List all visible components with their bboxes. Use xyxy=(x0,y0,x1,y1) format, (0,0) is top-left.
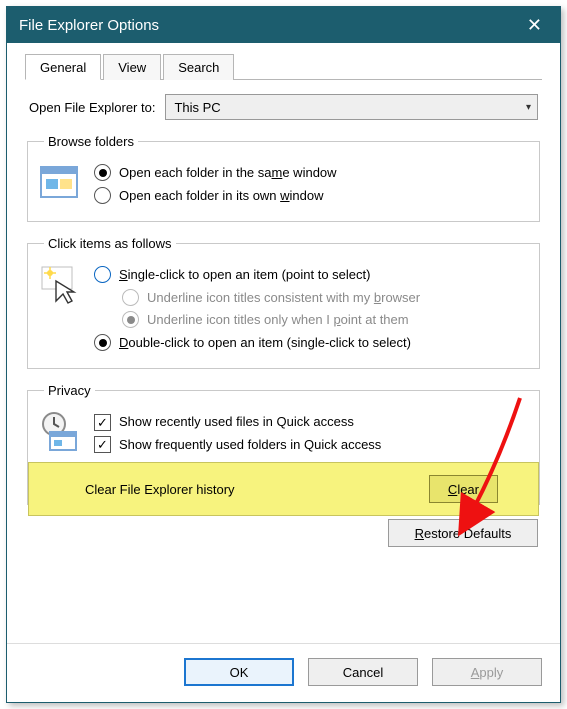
apply-button[interactable]: Apply xyxy=(432,658,542,686)
check-frequent-folders[interactable]: Show frequently used folders in Quick ac… xyxy=(94,436,529,454)
open-explorer-dropdown[interactable]: This PC ▾ xyxy=(165,94,538,120)
tab-general[interactable]: General xyxy=(25,54,101,80)
radio-icon xyxy=(122,311,139,328)
radio-single-click[interactable]: Single-click to open an item (point to s… xyxy=(94,266,529,284)
clear-history-label: Clear File Explorer history xyxy=(85,482,235,497)
radio-label: Underline icon titles only when I point … xyxy=(147,311,409,329)
check-recent-files[interactable]: Show recently used files in Quick access xyxy=(94,413,529,431)
radio-icon xyxy=(94,164,111,181)
radio-icon xyxy=(94,187,111,204)
group-privacy-legend: Privacy xyxy=(44,383,95,398)
open-explorer-label: Open File Explorer to: xyxy=(29,100,155,115)
radio-label: Open each folder in its own window xyxy=(119,187,324,205)
open-explorer-row: Open File Explorer to: This PC ▾ xyxy=(29,94,538,120)
window-title: File Explorer Options xyxy=(19,17,521,34)
radio-icon xyxy=(94,334,111,351)
radio-icon xyxy=(94,266,111,283)
restore-defaults-button[interactable]: Restore Defaults xyxy=(388,519,538,547)
tab-view[interactable]: View xyxy=(103,54,161,80)
group-privacy: Privacy Show recently used files in Quic… xyxy=(27,383,540,505)
dialog-window: File Explorer Options ✕ General View Sea… xyxy=(6,6,561,703)
check-label: Show frequently used folders in Quick ac… xyxy=(119,436,381,454)
radio-underline-point[interactable]: Underline icon titles only when I point … xyxy=(122,311,529,329)
checkbox-icon xyxy=(94,414,111,431)
checkbox-icon xyxy=(94,436,111,453)
radio-icon xyxy=(122,289,139,306)
open-explorer-selected: This PC xyxy=(174,100,220,115)
clear-button[interactable]: Clear xyxy=(429,475,498,503)
dialog-footer: OK Cancel Apply xyxy=(7,643,560,702)
radio-own-window[interactable]: Open each folder in its own window xyxy=(94,187,529,205)
radio-label: Double-click to open an item (single-cli… xyxy=(119,334,411,352)
titlebar: File Explorer Options ✕ xyxy=(7,7,560,43)
group-browse-folders-legend: Browse folders xyxy=(44,134,138,149)
radio-label: Single-click to open an item (point to s… xyxy=(119,266,370,284)
ok-button[interactable]: OK xyxy=(184,658,294,686)
close-icon[interactable]: ✕ xyxy=(521,15,548,36)
radio-label: Underline icon titles consistent with my… xyxy=(147,289,420,307)
tab-search[interactable]: Search xyxy=(163,54,234,80)
radio-same-window[interactable]: Open each folder in the same window xyxy=(94,164,529,182)
folder-window-icon xyxy=(38,161,82,205)
history-icon xyxy=(38,410,82,454)
chevron-down-icon: ▾ xyxy=(526,102,531,113)
tab-strip: General View Search xyxy=(25,53,542,80)
group-browse-folders: Browse folders Open each folder in the s… xyxy=(27,134,540,222)
check-label: Show recently used files in Quick access xyxy=(119,413,354,431)
clear-history-row: Clear File Explorer history Clear xyxy=(28,462,539,516)
radio-double-click[interactable]: Double-click to open an item (single-cli… xyxy=(94,334,529,352)
dialog-content: General View Search Open File Explorer t… xyxy=(7,43,560,643)
cursor-click-icon xyxy=(38,263,82,307)
radio-underline-browser[interactable]: Underline icon titles consistent with my… xyxy=(122,289,529,307)
group-click-items: Click items as follows Single-click to o… xyxy=(27,236,540,369)
group-click-items-legend: Click items as follows xyxy=(44,236,176,251)
cancel-button[interactable]: Cancel xyxy=(308,658,418,686)
radio-label: Open each folder in the same window xyxy=(119,164,337,182)
